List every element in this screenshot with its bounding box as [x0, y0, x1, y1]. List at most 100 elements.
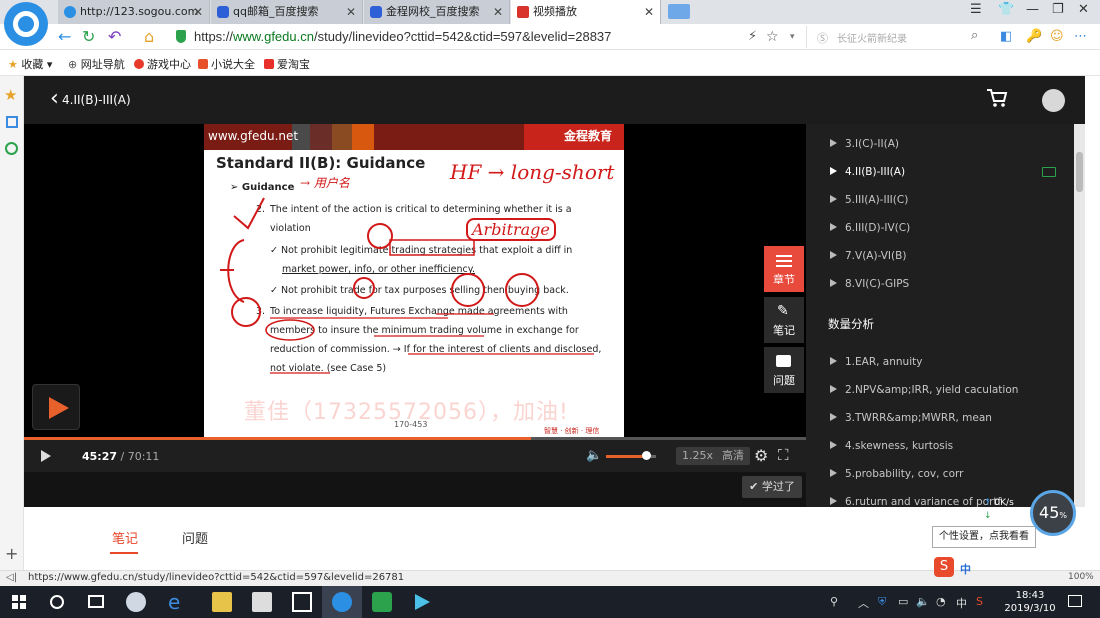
lightning-icon[interactable]: ⚡: [748, 27, 757, 47]
undo-icon[interactable]: ↶: [108, 27, 121, 47]
play-icon: [49, 397, 69, 419]
quality-button[interactable]: 高清: [716, 447, 750, 465]
questions-button[interactable]: 问题: [764, 347, 804, 393]
taskbar-store-icon[interactable]: [252, 592, 272, 612]
bookmark-nav[interactable]: ⊕ 网址导航: [68, 56, 125, 72]
mark-learned-button[interactable]: ✔ 学过了: [742, 476, 802, 498]
refresh-icon[interactable]: ↻: [82, 27, 95, 47]
network-icon[interactable]: ◔: [936, 595, 946, 608]
bookmark-novels[interactable]: 小说大全: [198, 56, 255, 72]
close-tab-icon[interactable]: ✕: [346, 0, 356, 24]
tray-expand-icon[interactable]: ︿: [858, 595, 869, 611]
taskbar-clock[interactable]: 18:43 2019/3/10: [1000, 589, 1060, 615]
play-triangle-icon: [830, 195, 837, 203]
playlist-item[interactable]: 1.EAR, annuity: [830, 356, 922, 368]
search-engine-icon: Ⓢ: [817, 32, 828, 45]
close-tab-icon[interactable]: ✕: [493, 0, 503, 24]
minimize-icon[interactable]: —: [1026, 2, 1039, 17]
playlist-item[interactable]: 6.ruturn and variance of portf: [830, 496, 1001, 507]
taskbar-iqiyi-icon[interactable]: [372, 592, 392, 612]
close-tab-icon[interactable]: ✕: [193, 0, 203, 24]
tab-qq-mail-search[interactable]: qq邮箱_百度搜索 ✕: [211, 0, 363, 24]
ime-indicator[interactable]: 中: [956, 595, 967, 611]
playlist-item[interactable]: 3.I(C)-II(A): [830, 138, 899, 150]
more-icon[interactable]: ⋯: [1074, 27, 1087, 47]
bookmark-favorites[interactable]: ★ 收藏 ▾: [8, 56, 52, 72]
taskbar-sogou-browser-icon[interactable]: [332, 592, 352, 612]
extension-icon[interactable]: ◧: [1000, 27, 1012, 47]
sogou-tray-icon[interactable]: S: [976, 595, 983, 608]
playlist-item[interactable]: 5.III(A)-III(C): [830, 194, 908, 206]
window-close-icon[interactable]: ✕: [1078, 2, 1089, 17]
task-view-icon[interactable]: [88, 595, 104, 608]
star-icon[interactable]: ☆: [766, 27, 779, 47]
taskbar-edge-icon[interactable]: e: [168, 592, 188, 612]
browser-logo-icon[interactable]: [4, 2, 48, 46]
key-icon[interactable]: 🔑: [1026, 27, 1042, 47]
menu-icon[interactable]: ☰: [970, 2, 982, 17]
skin-icon[interactable]: 👕: [998, 2, 1014, 17]
tab-questions[interactable]: 问题: [182, 528, 208, 547]
new-tab-button[interactable]: [668, 4, 690, 19]
smiley-icon[interactable]: ☺: [1050, 27, 1064, 47]
playlist-item[interactable]: 3.TWRR&amp;MWRR, mean: [830, 412, 992, 424]
status-zoom[interactable]: 100%: [1068, 572, 1094, 582]
tab-sogou[interactable]: http://123.sogou.com ✕: [58, 0, 210, 24]
home-icon[interactable]: ⌂: [144, 27, 154, 47]
cortana-icon[interactable]: [50, 595, 64, 609]
user-avatar[interactable]: [1042, 89, 1065, 112]
back-chevron-icon[interactable]: ‹: [50, 86, 59, 111]
back-icon[interactable]: ←: [58, 27, 71, 47]
notes-icon[interactable]: [6, 116, 18, 128]
search-box[interactable]: Ⓢ 长征火箭新纪录 ⌕: [806, 26, 986, 48]
playlist-item[interactable]: 5.probability, cov, corr: [830, 468, 963, 480]
defender-shield-icon[interactable]: ⛨: [878, 595, 886, 609]
playlist-item-active[interactable]: 4.II(B)-III(A): [830, 166, 905, 178]
playlist-item[interactable]: 6.III(D)-IV(C): [830, 222, 910, 234]
speaker-icon[interactable]: 🔈: [916, 595, 930, 608]
play-icon[interactable]: [40, 449, 52, 466]
action-center-icon[interactable]: [1068, 595, 1082, 607]
history-clock-icon[interactable]: [5, 142, 18, 155]
ime-chinese-icon[interactable]: 中: [960, 561, 971, 577]
notes-button[interactable]: ✎ 笔记: [764, 297, 804, 343]
settings-gear-icon[interactable]: ⚙: [754, 446, 768, 465]
bookmark-taobao[interactable]: 爱淘宝: [264, 56, 310, 72]
volume-knob[interactable]: [642, 451, 651, 460]
search-icon[interactable]: ⌕: [971, 28, 978, 43]
restore-icon[interactable]: ❐: [1052, 2, 1064, 17]
cart-icon[interactable]: [986, 88, 1008, 111]
playback-speed-button[interactable]: 1.25x: [676, 447, 720, 465]
speed-widget[interactable]: 45%: [1030, 490, 1076, 536]
dropdown-icon[interactable]: ▾: [790, 27, 795, 47]
big-play-button[interactable]: [32, 384, 80, 430]
fullscreen-icon[interactable]: ⛶: [778, 446, 789, 464]
battery-icon[interactable]: ▭: [898, 595, 908, 608]
volume-icon[interactable]: 🔈: [586, 448, 602, 463]
volume-slider[interactable]: [606, 451, 656, 460]
video-player[interactable]: www.gfedu.net 金程教育 GOLDEN FUTURE Standard…: [24, 124, 806, 440]
taskbar-app-pinwheel-icon[interactable]: [126, 592, 146, 612]
status-collapse-icon[interactable]: ◁|: [6, 572, 17, 583]
bookmark-games[interactable]: 游戏中心: [134, 56, 191, 72]
playlist-item[interactable]: 2.NPV&amp;IRR, yield caculation: [830, 384, 1018, 396]
close-tab-icon[interactable]: ✕: [644, 0, 654, 24]
scrollbar-thumb[interactable]: [1076, 152, 1083, 192]
add-icon[interactable]: +: [5, 544, 18, 563]
sogou-ime-icon[interactable]: S: [934, 557, 954, 577]
tab-notes[interactable]: 笔记: [112, 528, 138, 547]
chapters-button[interactable]: 章节: [764, 246, 804, 292]
taskbar-player-icon[interactable]: [412, 592, 432, 612]
taskbar-mail-icon[interactable]: [292, 592, 312, 612]
tab-gfedu-search[interactable]: 金程网校_百度搜索 ✕: [364, 0, 510, 24]
playlist-item[interactable]: 7.V(A)-VI(B): [830, 250, 906, 262]
page-scrollbar[interactable]: [1074, 124, 1085, 507]
url-field[interactable]: https://www.gfedu.cn/study/linevideo?ctt…: [194, 29, 611, 44]
playlist-item[interactable]: 4.skewness, kurtosis: [830, 440, 953, 452]
favorites-star-icon[interactable]: ★: [4, 86, 17, 104]
playlist-item[interactable]: 8.VI(C)-GIPS: [830, 278, 909, 290]
tab-video-playback[interactable]: 视频播放 ✕: [511, 0, 661, 24]
people-icon[interactable]: ⚲: [830, 595, 838, 608]
windows-start-icon[interactable]: [12, 595, 26, 612]
taskbar-explorer-icon[interactable]: [212, 592, 232, 612]
